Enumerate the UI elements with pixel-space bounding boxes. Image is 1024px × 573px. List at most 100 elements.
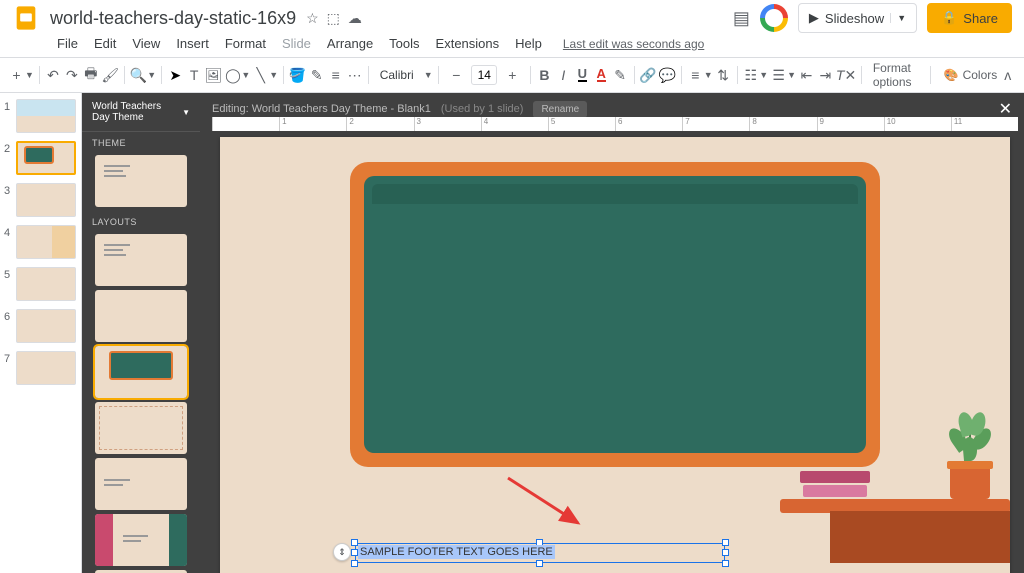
theme-panel[interactable]: World Teachers Day Theme ▼ THEME LAYOUTS xyxy=(82,93,200,573)
rename-button[interactable]: Rename xyxy=(533,101,587,118)
resize-handle[interactable] xyxy=(722,539,729,546)
font-select[interactable]: Calibri xyxy=(374,66,424,84)
list-button[interactable]: ☷ xyxy=(742,62,759,88)
slide-num: 7 xyxy=(4,351,16,365)
move-icon[interactable]: ⬚ xyxy=(327,10,340,27)
layout-thumb-selected[interactable] xyxy=(95,346,187,398)
increase-indent-button[interactable]: ⇥ xyxy=(817,62,834,88)
line-spacing-button[interactable]: ⇅ xyxy=(715,62,732,88)
chevron-down-icon[interactable]: ▼ xyxy=(182,108,190,117)
menu-edit[interactable]: Edit xyxy=(87,34,123,53)
slide-thumb-5[interactable] xyxy=(16,267,76,301)
border-color-button[interactable]: ✎ xyxy=(308,62,325,88)
main-area: 1 2 3 4 5 6 7 World Teachers Day Theme ▼… xyxy=(0,93,1024,573)
menu-insert[interactable]: Insert xyxy=(169,34,216,53)
menu-help[interactable]: Help xyxy=(508,34,549,53)
paint-format-button[interactable]: 🖌 xyxy=(101,62,119,88)
slide-num: 3 xyxy=(4,183,16,197)
menu-format[interactable]: Format xyxy=(218,34,273,53)
footer-text-content[interactable]: SAMPLE FOOTER TEXT GOES HERE xyxy=(358,545,555,559)
shape-tool[interactable]: ◯ xyxy=(224,62,241,88)
close-icon[interactable]: ✕ xyxy=(999,99,1012,119)
increase-font-button[interactable]: + xyxy=(499,62,525,88)
last-edit-link[interactable]: Last edit was seconds ago xyxy=(563,37,704,51)
layout-thumb[interactable] xyxy=(95,402,187,454)
insert-link-button[interactable]: 🔗 xyxy=(639,62,656,88)
zoom-button[interactable]: 🔍 xyxy=(130,62,147,88)
comments-icon[interactable]: ▤ xyxy=(733,8,750,29)
menu-arrange[interactable]: Arrange xyxy=(320,34,380,53)
menu-view[interactable]: View xyxy=(125,34,167,53)
chevron-down-icon[interactable]: ▼ xyxy=(25,70,34,80)
insert-comment-button[interactable]: 💬 xyxy=(659,62,676,88)
text-color-button[interactable]: A xyxy=(593,62,610,88)
slide-thumb-7[interactable] xyxy=(16,351,76,385)
slide-thumb-4[interactable] xyxy=(16,225,76,259)
textbox-tool[interactable]: T xyxy=(186,62,203,88)
layout-thumb[interactable] xyxy=(95,290,187,342)
cloud-status-icon[interactable]: ☁ xyxy=(348,10,362,27)
document-title[interactable]: world-teachers-day-static-16x9 xyxy=(50,8,296,29)
bold-button[interactable]: B xyxy=(536,62,553,88)
align-button[interactable]: ≡ xyxy=(687,62,704,88)
new-slide-button[interactable]: + xyxy=(8,62,25,88)
italic-button[interactable]: I xyxy=(555,62,572,88)
resize-handle[interactable] xyxy=(536,560,543,567)
redo-button[interactable]: ↷ xyxy=(63,62,80,88)
decrease-font-button[interactable]: − xyxy=(443,62,469,88)
titlebar: world-teachers-day-static-16x9 ☆ ⬚ ☁ ▤ ▶… xyxy=(0,0,1024,30)
resize-handle[interactable] xyxy=(722,549,729,556)
chevron-down-icon[interactable]: ▼ xyxy=(424,70,433,80)
print-button[interactable]: 🖶 xyxy=(82,62,99,88)
autofit-icon[interactable]: ⇕ xyxy=(333,543,351,561)
image-tool[interactable]: 🖼 xyxy=(205,62,223,88)
border-dash-button[interactable]: ⋯ xyxy=(346,62,363,88)
slide-canvas[interactable]: ⇕ SAMPLE FOOTER TEXT GOES HERE xyxy=(220,137,1010,573)
chevron-down-icon[interactable]: ▼ xyxy=(269,70,278,80)
slideshow-button[interactable]: ▶ Slideshow ▼ xyxy=(798,3,917,33)
meet-icon[interactable] xyxy=(760,4,788,32)
slides-app-icon[interactable] xyxy=(8,0,44,36)
layout-thumb[interactable] xyxy=(95,514,187,566)
select-tool[interactable]: ➤ xyxy=(167,62,184,88)
footer-textbox[interactable]: ⇕ SAMPLE FOOTER TEXT GOES HERE xyxy=(355,543,725,563)
star-icon[interactable]: ☆ xyxy=(306,10,319,27)
colors-button[interactable]: 🎨Colors xyxy=(944,68,998,82)
layout-thumb[interactable] xyxy=(95,234,187,286)
decrease-indent-button[interactable]: ⇤ xyxy=(798,62,815,88)
share-button[interactable]: 🔒 Share xyxy=(927,3,1012,33)
resize-handle[interactable] xyxy=(351,549,358,556)
theme-panel-header: World Teachers Day Theme ▼ xyxy=(82,93,200,132)
menu-slide: Slide xyxy=(275,34,318,53)
fill-color-button[interactable]: 🪣 xyxy=(289,62,306,88)
resize-handle[interactable] xyxy=(722,560,729,567)
chevron-down-icon[interactable]: ▼ xyxy=(787,70,796,80)
chevron-down-icon[interactable]: ▼ xyxy=(147,70,156,80)
underline-button[interactable]: U xyxy=(574,62,591,88)
layout-thumb[interactable] xyxy=(95,458,187,510)
slide-thumb-6[interactable] xyxy=(16,309,76,343)
menu-file[interactable]: File xyxy=(50,34,85,53)
numbered-list-button[interactable]: ☰ xyxy=(770,62,787,88)
menu-tools[interactable]: Tools xyxy=(382,34,426,53)
chevron-down-icon[interactable]: ▼ xyxy=(704,70,713,80)
font-size-input[interactable] xyxy=(471,65,497,85)
chevron-down-icon[interactable]: ▼ xyxy=(241,70,250,80)
horizontal-ruler[interactable]: 1234567891011 xyxy=(212,117,1018,131)
highlight-button[interactable]: ✎ xyxy=(612,62,629,88)
resize-handle[interactable] xyxy=(351,539,358,546)
line-tool[interactable]: ╲ xyxy=(252,62,269,88)
chevron-down-icon[interactable]: ▼ xyxy=(759,70,768,80)
slide-thumb-2[interactable] xyxy=(16,141,76,175)
undo-button[interactable]: ↶ xyxy=(45,62,62,88)
format-options-button[interactable]: Format options xyxy=(873,61,925,89)
slide-thumb-3[interactable] xyxy=(16,183,76,217)
theme-master-thumb[interactable] xyxy=(95,155,187,207)
collapse-toolbar-button[interactable]: ʌ xyxy=(999,62,1016,88)
menu-extensions[interactable]: Extensions xyxy=(429,34,507,53)
clear-format-button[interactable]: T✕ xyxy=(836,62,856,88)
slide-thumb-1[interactable] xyxy=(16,99,76,133)
resize-handle[interactable] xyxy=(351,560,358,567)
slides-panel[interactable]: 1 2 3 4 5 6 7 xyxy=(0,93,82,573)
border-weight-button[interactable]: ≡ xyxy=(327,62,344,88)
